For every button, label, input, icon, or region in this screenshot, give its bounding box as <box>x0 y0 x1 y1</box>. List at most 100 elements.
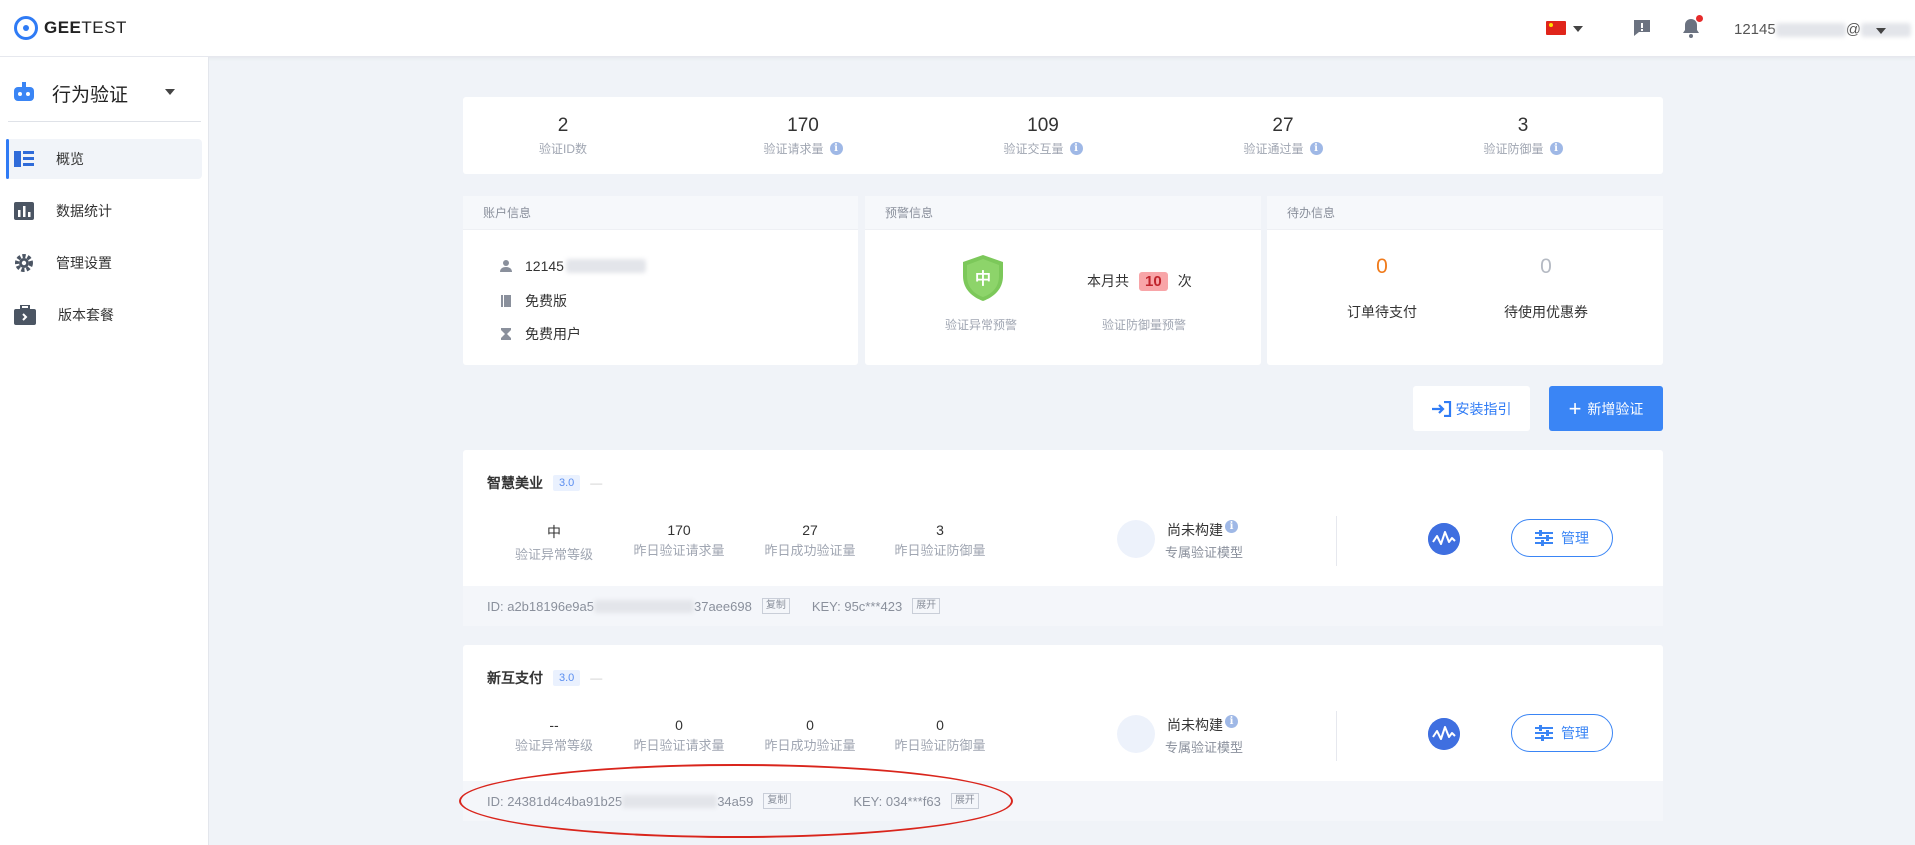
sidebar-item-label: 概览 <box>56 151 84 167</box>
summary-stats-panel: 2 验证ID数 170 验证请求量 i 109 验证交互量 i 27 验证通过量 i … <box>463 97 1663 174</box>
metric-label: 昨日验证防御量 <box>894 543 986 558</box>
model-label: 专属验证模型 <box>1165 545 1244 560</box>
credentials-strip: ID: a2b18196e9a5 37aee698 复制 KEY: 95c***… <box>463 586 1663 626</box>
manage-label: 管理 <box>1561 725 1589 741</box>
sidebar-item-label: 管理设置 <box>56 255 112 271</box>
sliders-icon <box>1535 530 1553 546</box>
info-icon[interactable]: i <box>1309 142 1323 155</box>
stat-value: 109 <box>1027 115 1059 136</box>
app-key: KEY: 034***f63 <box>853 793 941 809</box>
coupon-count[interactable]: 0 <box>1486 255 1606 279</box>
info-icon[interactable]: i <box>1069 142 1083 155</box>
metric-value: 3 <box>936 522 944 538</box>
metric-value: 0 <box>675 717 683 733</box>
account-edition: 免费版 <box>525 293 567 309</box>
card-divider <box>1336 711 1337 761</box>
credentials-strip: ID: 24381d4c4ba91b25 34a59 复制 KEY: 034**… <box>463 781 1663 821</box>
stat-label: 验证防御量 <box>1483 142 1544 156</box>
info-icon[interactable]: i <box>1225 714 1238 728</box>
app-title-row: 智慧美业 3.0 — <box>487 473 602 493</box>
metric-label: 昨日成功验证量 <box>764 543 856 558</box>
version-badge: 3.0 <box>553 475 581 491</box>
robot-icon <box>14 82 34 101</box>
metric-yesterday-success: 0 昨日成功验证量 <box>745 717 875 754</box>
top-bar: GEETEST 12145 @ <box>0 0 1915 57</box>
card-header: 预警信息 <box>865 196 1261 230</box>
gear-icon <box>15 254 33 272</box>
metric-label: 验证异常等级 <box>514 547 593 562</box>
account-info-card: 账户信息 12145 免费版 免费用户 <box>463 196 858 365</box>
install-guide-button[interactable]: 安装指引 <box>1413 386 1530 431</box>
sidebar-item-plans[interactable]: 版本套餐 <box>6 295 202 335</box>
stat-defense-count: 3 验证防御量 i <box>1423 115 1623 157</box>
language-dropdown-caret-icon[interactable] <box>1573 26 1583 32</box>
geetest-logo[interactable]: GEETEST <box>14 16 127 40</box>
metric-yesterday-defense: 3 昨日验证防御量 <box>875 522 1005 559</box>
stat-label: 验证ID数 <box>538 142 587 156</box>
stat-verification-ids: 2 验证ID数 <box>463 115 663 157</box>
app-id-suffix: 37aee698 <box>693 598 752 614</box>
product-dropdown-caret-icon[interactable] <box>165 89 175 95</box>
redacted-user-id <box>1775 23 1846 38</box>
product-switcher[interactable]: 行为验证 <box>12 79 202 107</box>
activity-chart-icon[interactable] <box>1428 718 1460 750</box>
copy-id-button[interactable]: 复制 <box>761 598 790 614</box>
app-dash: — <box>590 476 603 490</box>
overview-icon <box>14 151 34 167</box>
metric-label: 昨日成功验证量 <box>764 738 856 753</box>
info-icon[interactable]: i <box>829 142 843 155</box>
app-title-row: 新互支付 3.0 — <box>487 668 602 688</box>
add-verification-button[interactable]: + 新增验证 <box>1549 386 1663 431</box>
manage-button[interactable]: 管理 <box>1511 714 1613 752</box>
metric-value: 0 <box>936 717 944 733</box>
month-suffix: 次 <box>1177 273 1192 289</box>
app-name: 新互支付 <box>487 670 543 686</box>
metric-value: -- <box>549 717 559 733</box>
metric-anomaly-level: 中 验证异常等级 <box>489 522 619 563</box>
model-label: 专属验证模型 <box>1165 740 1244 755</box>
expand-key-button[interactable]: 展开 <box>912 598 941 614</box>
account-user-type: 免费用户 <box>525 326 581 342</box>
logo-text-bold: GEE <box>44 18 82 37</box>
metric-value: 27 <box>802 522 818 538</box>
activity-chart-icon[interactable] <box>1428 523 1460 555</box>
china-flag-icon[interactable] <box>1546 21 1566 35</box>
metric-label: 昨日验证请求量 <box>633 738 725 753</box>
app-dash: — <box>590 671 603 685</box>
app-id-prefix: ID: a2b18196e9a5 <box>487 598 594 614</box>
month-prefix: 本月共 <box>1087 273 1129 289</box>
bar-chart-icon <box>14 202 34 220</box>
copy-id-button[interactable]: 复制 <box>763 793 792 809</box>
redacted-app-id <box>622 794 718 808</box>
product-title: 行为验证 <box>52 84 129 106</box>
info-icon[interactable]: i <box>1549 142 1563 155</box>
sidebar-item-overview[interactable]: 概览 <box>6 139 202 179</box>
metric-label: 昨日验证防御量 <box>894 738 986 753</box>
unpaid-order-count[interactable]: 0 <box>1322 255 1442 279</box>
sidebar-item-statistics[interactable]: 数据统计 <box>6 191 202 231</box>
feedback-icon[interactable] <box>1631 17 1653 39</box>
sidebar: 行为验证 概览 数据统计 管理设置 版本套餐 <box>0 57 209 845</box>
install-guide-label: 安装指引 <box>1455 400 1512 417</box>
manage-button[interactable]: 管理 <box>1511 519 1613 557</box>
metric-value: 0 <box>806 717 814 733</box>
model-status: 尚未构建 <box>1167 522 1223 538</box>
briefcase-icon <box>14 305 36 325</box>
sidebar-item-settings[interactable]: 管理设置 <box>6 243 202 283</box>
sidebar-item-label: 数据统计 <box>56 203 112 219</box>
card-divider <box>1336 516 1337 566</box>
expand-key-button[interactable]: 展开 <box>950 793 979 809</box>
version-badge: 3.0 <box>553 670 581 686</box>
metric-anomaly-level: -- 验证异常等级 <box>489 717 619 754</box>
metric-value: 170 <box>667 522 691 538</box>
metric-yesterday-requests: 0 昨日验证请求量 <box>614 717 744 754</box>
shield-level-text: 中 <box>975 269 991 288</box>
user-menu-caret-icon[interactable] <box>1876 28 1886 34</box>
user-id-suffix: @ <box>1845 21 1861 38</box>
sliders-icon <box>1535 725 1553 741</box>
info-icon[interactable]: i <box>1225 519 1238 533</box>
stat-label: 验证通过量 <box>1243 142 1304 156</box>
metric-yesterday-success: 27 昨日成功验证量 <box>745 522 875 559</box>
stat-value: 170 <box>787 115 819 136</box>
metric-yesterday-defense: 0 昨日验证防御量 <box>875 717 1005 754</box>
